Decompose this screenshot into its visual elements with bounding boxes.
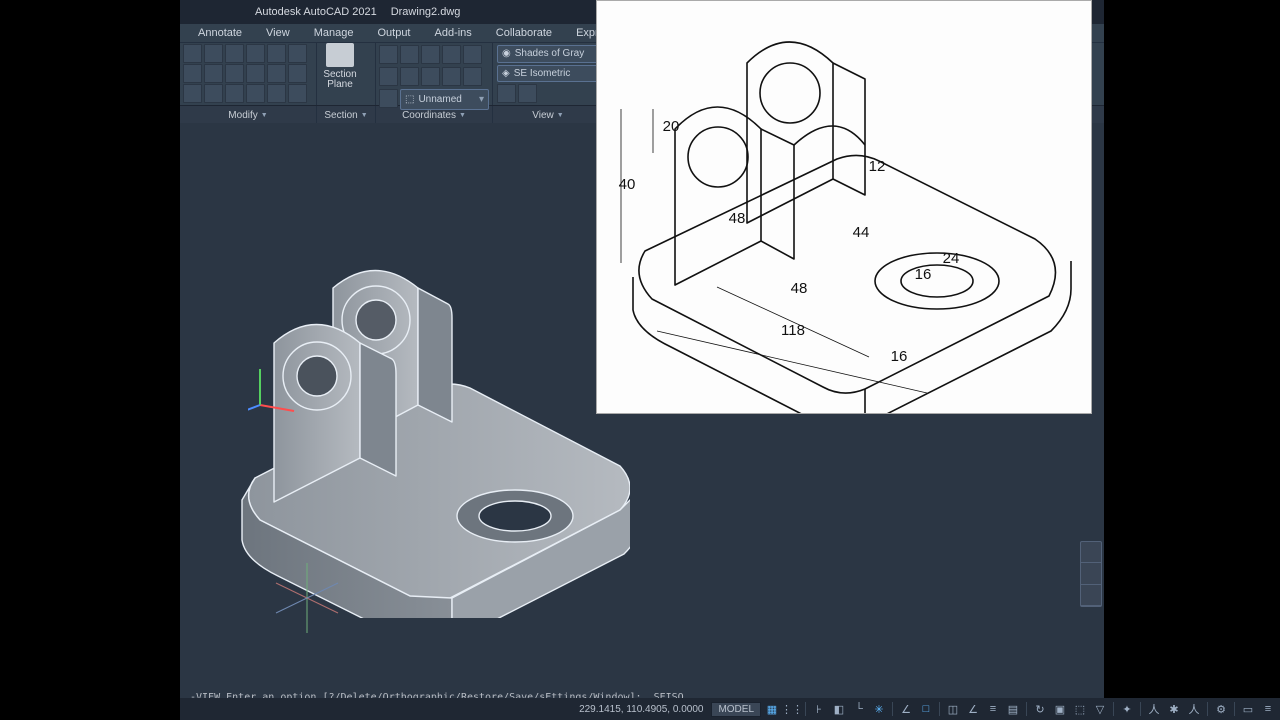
- snap-icon[interactable]: ⋮⋮: [783, 701, 801, 717]
- 3dosnap-icon[interactable]: ◫: [944, 701, 962, 717]
- svg-text:12: 12: [869, 158, 886, 175]
- section-plane-button[interactable]: Section Plane: [317, 43, 363, 90]
- filter-icon[interactable]: ▽: [1091, 701, 1109, 717]
- cursor-3d-icon: [272, 563, 342, 633]
- dyninput-icon[interactable]: ◧: [830, 701, 848, 717]
- modify-tool-icon[interactable]: [183, 64, 202, 83]
- lineweight-icon[interactable]: ≡: [984, 701, 1002, 717]
- ucs-tool-icon[interactable]: [463, 45, 482, 64]
- ucs-tool-icon[interactable]: [379, 67, 398, 86]
- modify-tool-icon[interactable]: [246, 64, 265, 83]
- dynucs-icon[interactable]: ⬚: [1071, 701, 1089, 717]
- svg-text:48: 48: [729, 210, 746, 227]
- view-tool-icon[interactable]: [518, 84, 537, 103]
- svg-text:16: 16: [891, 348, 908, 365]
- ucs-tool-icon[interactable]: [442, 45, 461, 64]
- menu-collaborate[interactable]: Collaborate: [484, 25, 564, 41]
- chevron-down-icon: ▼: [361, 112, 368, 119]
- modify-tool-icon[interactable]: [204, 84, 223, 103]
- panel-view: ◉ Shades of Gray ▾ ◈ SE Isometric ▾: [493, 43, 612, 105]
- chevron-down-icon: ▾: [479, 94, 484, 105]
- monitor-icon[interactable]: ▭: [1239, 701, 1257, 717]
- svg-text:16: 16: [915, 266, 932, 283]
- view-preset-dropdown[interactable]: ◈ SE Isometric ▾: [497, 65, 607, 83]
- isodraft-icon[interactable]: ∠: [897, 701, 915, 717]
- view-tool-icon[interactable]: [497, 84, 516, 103]
- chevron-down-icon: ▼: [261, 112, 268, 119]
- ucs-tool-icon[interactable]: [421, 45, 440, 64]
- model-space-button[interactable]: MODEL: [711, 702, 761, 717]
- modify-tool-icon[interactable]: [225, 84, 244, 103]
- cube-icon: ◈: [502, 68, 510, 79]
- reference-drawing-overlay: 20 40 12 48 44 24 16 48 118 16: [596, 0, 1092, 414]
- ucs-tool-icon[interactable]: [400, 67, 419, 86]
- cycling-icon[interactable]: ↻: [1031, 701, 1049, 717]
- autoanno-icon[interactable]: 人: [1185, 701, 1203, 717]
- modify-tool-icon[interactable]: [183, 84, 202, 103]
- modify-tool-icon[interactable]: [267, 44, 286, 63]
- modify-tool-icon[interactable]: [204, 64, 223, 83]
- ucs-tool-icon[interactable]: [442, 67, 461, 86]
- statusbar: 229.1415, 110.4905, 0.0000 MODEL ▦ ⋮⋮ ⊦ …: [180, 698, 1280, 720]
- otrack-icon[interactable]: ∠: [964, 701, 982, 717]
- file-name: Drawing2.dwg: [391, 6, 461, 18]
- 3dosnap2-icon[interactable]: ▣: [1051, 701, 1069, 717]
- workspace-icon[interactable]: ⚙: [1212, 701, 1230, 717]
- annovis-icon[interactable]: ✱: [1165, 701, 1183, 717]
- ucs-tool-icon[interactable]: [379, 89, 398, 108]
- nav-zoom-icon[interactable]: [1081, 585, 1101, 606]
- ucs-tool-icon[interactable]: [400, 45, 419, 64]
- sphere-icon: ◉: [502, 48, 511, 59]
- ortho-icon[interactable]: └: [850, 701, 868, 717]
- ucs-icon: ⬚: [405, 94, 414, 105]
- reference-svg: 20 40 12 48 44 24 16 48 118 16: [597, 1, 1091, 413]
- panel-coordinates: ⬚ Unnamed ▾: [376, 43, 493, 105]
- app-name: Autodesk AutoCAD 2021: [255, 6, 377, 18]
- svg-text:44: 44: [853, 224, 870, 241]
- modify-tool-icon[interactable]: [183, 44, 202, 63]
- svg-text:48: 48: [791, 280, 808, 297]
- chevron-down-icon: ▼: [557, 112, 564, 119]
- menu-annotate[interactable]: Annotate: [186, 25, 254, 41]
- modify-tool-icon[interactable]: [225, 44, 244, 63]
- menu-view[interactable]: View: [254, 25, 302, 41]
- grid-icon[interactable]: ▦: [763, 701, 781, 717]
- modify-tool-icon[interactable]: [267, 84, 286, 103]
- ucs-tool-icon[interactable]: [463, 67, 482, 86]
- ucs-icon: [248, 361, 308, 421]
- panel-section: Section Plane: [317, 43, 376, 105]
- panel-modify: [180, 43, 317, 105]
- modify-tool-icon[interactable]: [246, 44, 265, 63]
- menu-addins[interactable]: Add-ins: [423, 25, 484, 41]
- svg-text:118: 118: [781, 322, 805, 339]
- modify-tool-icon[interactable]: [288, 64, 307, 83]
- transparency-icon[interactable]: ▤: [1004, 701, 1022, 717]
- annoscale-icon[interactable]: 人: [1145, 701, 1163, 717]
- menu-manage[interactable]: Manage: [302, 25, 366, 41]
- modify-tool-icon[interactable]: [288, 44, 307, 63]
- modify-tool-icon[interactable]: [204, 44, 223, 63]
- nav-orbit-icon[interactable]: [1081, 563, 1101, 584]
- cursor-coordinates: 229.1415, 110.4905, 0.0000: [558, 704, 709, 715]
- modify-tool-icon[interactable]: [246, 84, 265, 103]
- polar-icon[interactable]: ✳: [870, 701, 888, 717]
- menu-output[interactable]: Output: [365, 25, 422, 41]
- ucs-named-dropdown[interactable]: ⬚ Unnamed ▾: [400, 89, 489, 110]
- modify-tool-icon[interactable]: [288, 84, 307, 103]
- svg-text:20: 20: [663, 118, 680, 135]
- section-plane-icon: [326, 43, 354, 67]
- ucs-tool-icon[interactable]: [421, 67, 440, 86]
- svg-text:24: 24: [943, 250, 960, 267]
- osnap-icon[interactable]: □: [917, 701, 935, 717]
- chevron-down-icon: ▼: [459, 112, 466, 119]
- nav-pan-icon[interactable]: [1081, 542, 1101, 563]
- ucs-tool-icon[interactable]: [379, 45, 398, 64]
- navbar-widget[interactable]: [1080, 541, 1102, 607]
- menu-icon[interactable]: ≡: [1259, 701, 1277, 717]
- visual-style-dropdown[interactable]: ◉ Shades of Gray ▾: [497, 45, 607, 63]
- modify-tool-icon[interactable]: [267, 64, 286, 83]
- modify-tool-icon[interactable]: [225, 64, 244, 83]
- gizmo-icon[interactable]: ✦: [1118, 701, 1136, 717]
- infer-icon[interactable]: ⊦: [810, 701, 828, 717]
